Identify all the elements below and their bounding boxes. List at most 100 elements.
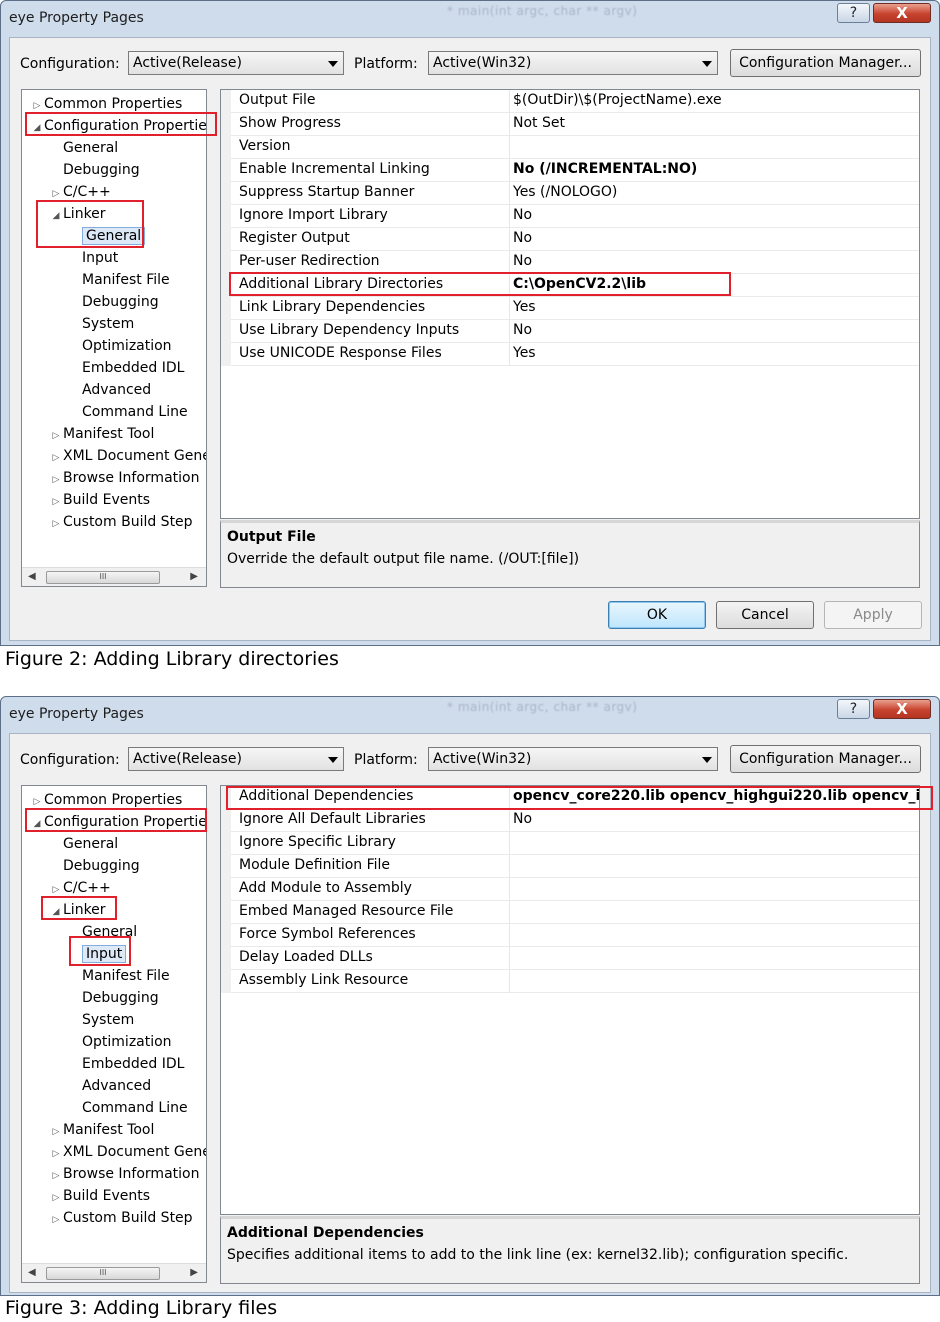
tree-item-build-events[interactable]: ▷ Build Events xyxy=(49,1185,150,1207)
scroll-left-icon[interactable]: ◀ xyxy=(28,1267,36,1278)
apply-button[interactable]: Apply xyxy=(824,601,922,629)
tree-item-input[interactable]: Input xyxy=(68,247,118,269)
scroll-thumb[interactable]: III xyxy=(46,571,160,584)
tree-horizontal-scrollbar[interactable]: ◀ III ▶ xyxy=(22,567,206,586)
property-row-version[interactable]: Version xyxy=(221,136,919,159)
property-value[interactable]: No xyxy=(513,207,532,223)
title-bar[interactable]: eye Property Pages * main(int argc, char… xyxy=(1,697,939,731)
tree-item-optimization[interactable]: Optimization xyxy=(68,335,172,357)
property-value[interactable]: Yes xyxy=(513,299,536,315)
description-text: Specifies additional items to add to the… xyxy=(227,1247,849,1263)
tree-item-label: Browse Information xyxy=(63,1166,200,1182)
collapsed-triangle-icon[interactable]: ▷ xyxy=(49,425,63,447)
collapsed-triangle-icon[interactable]: ▷ xyxy=(49,1121,63,1143)
tree-item-system[interactable]: System xyxy=(68,1009,134,1031)
configuration-dropdown[interactable]: Active(Release) xyxy=(128,747,344,771)
scroll-right-icon[interactable]: ▶ xyxy=(190,1267,198,1278)
tree-item-custom-build-step[interactable]: ▷ Custom Build Step xyxy=(49,1207,193,1229)
platform-dropdown[interactable]: Active(Win32) xyxy=(428,747,718,771)
tree-item-general[interactable]: General xyxy=(49,833,118,855)
tree-item-xml-document-generator[interactable]: ▷XML Document Generator xyxy=(49,1141,206,1165)
property-grid[interactable]: Output File $(OutDir)\$(ProjectName).exe S… xyxy=(220,89,920,519)
tree-item-debugging[interactable]: Debugging xyxy=(49,159,140,181)
close-button[interactable]: X xyxy=(873,3,931,23)
property-row-ignore-import-library[interactable]: Ignore Import Library No xyxy=(221,205,919,228)
property-row-link-library-dependencies[interactable]: Link Library Dependencies Yes xyxy=(221,297,919,320)
collapsed-triangle-icon[interactable]: ▷ xyxy=(49,1165,63,1187)
property-value[interactable]: No xyxy=(513,253,532,269)
configuration-dropdown[interactable]: Active(Release) xyxy=(128,51,344,75)
tree-item-browse-information[interactable]: ▷ Browse Information xyxy=(49,1163,200,1187)
property-tree[interactable]: ▷ Common Properties ◢ Configuration Propert… xyxy=(21,89,207,587)
property-row-show-progress[interactable]: Show Progress Not Set xyxy=(221,113,919,136)
property-row-output-file[interactable]: Output File $(OutDir)\$(ProjectName).exe xyxy=(221,90,919,113)
collapsed-triangle-icon[interactable]: ▷ xyxy=(49,469,63,491)
collapsed-triangle-icon[interactable]: ▷ xyxy=(49,491,63,513)
property-row-use-library-dependency-inputs[interactable]: Use Library Dependency Inputs No xyxy=(221,320,919,343)
property-row-register-output[interactable]: Register Output No xyxy=(221,228,919,251)
property-tree[interactable]: ▷ Common Properties ◢ Configuration Propert… xyxy=(21,785,207,1283)
scroll-right-icon[interactable]: ▶ xyxy=(190,571,198,582)
property-row-suppress-startup-banner[interactable]: Suppress Startup Banner Yes (/NOLOGO) xyxy=(221,182,919,205)
property-row-delay-loaded-dlls[interactable]: Delay Loaded DLLs xyxy=(221,947,919,970)
tree-item-xml-document-generator[interactable]: ▷XML Document Generator xyxy=(49,445,206,469)
scroll-left-icon[interactable]: ◀ xyxy=(28,571,36,582)
tree-item-custom-build-step[interactable]: ▷ Custom Build Step xyxy=(49,511,193,533)
property-row-embed-managed-resource-file[interactable]: Embed Managed Resource File xyxy=(221,901,919,924)
tree-item-command-line[interactable]: Command Line xyxy=(68,1097,188,1119)
tree-item-optimization[interactable]: Optimization xyxy=(68,1031,172,1053)
close-button[interactable]: X xyxy=(873,699,931,719)
tree-item-manifest-file[interactable]: Manifest File xyxy=(68,269,170,291)
tree-horizontal-scrollbar[interactable]: ◀ III ▶ xyxy=(22,1263,206,1282)
property-value[interactable]: No xyxy=(513,322,532,338)
property-row-ignore-specific-library[interactable]: Ignore Specific Library xyxy=(221,832,919,855)
property-value[interactable]: No xyxy=(513,811,532,827)
tree-item-manifest-tool[interactable]: ▷ Manifest Tool xyxy=(49,1119,155,1143)
property-grid[interactable]: Additional Dependencies opencv_core220.li… xyxy=(220,785,920,1215)
collapsed-triangle-icon[interactable]: ▷ xyxy=(49,447,63,469)
tree-item-manifest-tool[interactable]: ▷ Manifest Tool xyxy=(49,423,155,447)
tree-item-debugging[interactable]: Debugging xyxy=(49,855,140,877)
tree-item-debugging[interactable]: Debugging xyxy=(68,291,159,313)
collapsed-triangle-icon[interactable]: ▷ xyxy=(49,1187,63,1209)
configuration-manager-button[interactable]: Configuration Manager... xyxy=(730,49,921,77)
property-row-module-definition-file[interactable]: Module Definition File xyxy=(221,855,919,878)
property-value[interactable]: Yes xyxy=(513,345,536,361)
scroll-thumb[interactable]: III xyxy=(46,1267,160,1280)
tree-item-system[interactable]: System xyxy=(68,313,134,335)
property-row-use-unicode-response-files[interactable]: Use UNICODE Response Files Yes xyxy=(221,343,919,366)
tree-item-advanced[interactable]: Advanced xyxy=(68,379,151,401)
configuration-manager-button[interactable]: Configuration Manager... xyxy=(730,745,921,773)
description-panel: Additional Dependencies Specifies additi… xyxy=(220,1216,920,1284)
collapsed-triangle-icon[interactable]: ▷ xyxy=(49,1209,63,1231)
property-value[interactable]: No xyxy=(513,230,532,246)
property-value[interactable]: No (/INCREMENTAL:NO) xyxy=(513,161,697,177)
configuration-label: Configuration: xyxy=(20,56,120,72)
tree-item-manifest-file[interactable]: Manifest File xyxy=(68,965,170,987)
property-row-add-module-to-assembly[interactable]: Add Module to Assembly xyxy=(221,878,919,901)
title-bar[interactable]: eye Property Pages * main(int argc, char… xyxy=(1,1,939,35)
property-value[interactable]: Not Set xyxy=(513,115,565,131)
property-row-ignore-all-default-libraries[interactable]: Ignore All Default Libraries No xyxy=(221,809,919,832)
tree-item-embedded-idl[interactable]: Embedded IDL xyxy=(68,357,184,379)
ok-button[interactable]: OK xyxy=(608,601,706,629)
property-value[interactable]: $(OutDir)\$(ProjectName).exe xyxy=(513,92,722,108)
cancel-button[interactable]: Cancel xyxy=(716,601,814,629)
tree-item-build-events[interactable]: ▷ Build Events xyxy=(49,489,150,511)
tree-item-command-line[interactable]: Command Line xyxy=(68,401,188,423)
property-row-force-symbol-references[interactable]: Force Symbol References xyxy=(221,924,919,947)
help-button[interactable]: ? xyxy=(837,699,870,719)
tree-item-embedded-idl[interactable]: Embedded IDL xyxy=(68,1053,184,1075)
property-row-assembly-link-resource[interactable]: Assembly Link Resource xyxy=(221,970,919,993)
property-row-enable-incremental-linking[interactable]: Enable Incremental Linking No (/INCREMENT… xyxy=(221,159,919,182)
tree-item-browse-information[interactable]: ▷ Browse Information xyxy=(49,467,200,491)
help-button[interactable]: ? xyxy=(837,3,870,23)
tree-item-debugging[interactable]: Debugging xyxy=(68,987,159,1009)
tree-item-advanced[interactable]: Advanced xyxy=(68,1075,151,1097)
collapsed-triangle-icon[interactable]: ▷ xyxy=(49,513,63,535)
collapsed-triangle-icon[interactable]: ▷ xyxy=(49,1143,63,1165)
platform-dropdown[interactable]: Active(Win32) xyxy=(428,51,718,75)
tree-item-general[interactable]: General xyxy=(49,137,118,159)
property-value[interactable]: Yes (/NOLOGO) xyxy=(513,184,617,200)
property-row-per-user-redirection[interactable]: Per-user Redirection No xyxy=(221,251,919,274)
